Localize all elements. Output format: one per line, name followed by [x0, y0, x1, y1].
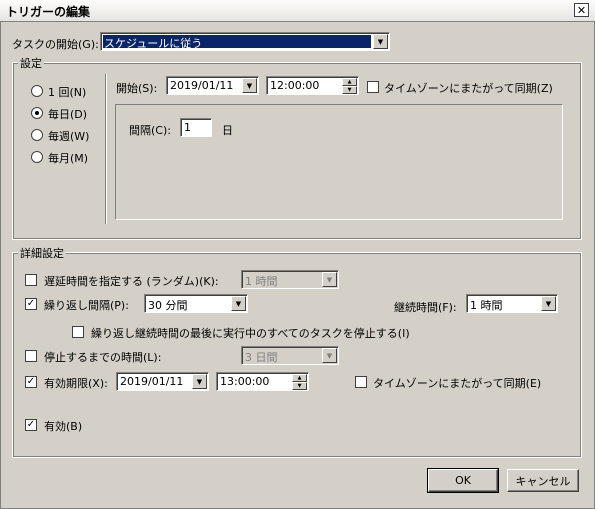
- chevron-down-icon[interactable]: ▼: [322, 272, 337, 287]
- stop-all-checkbox[interactable]: [72, 326, 84, 338]
- expire-date-picker[interactable]: 2019/01/11 ▼: [116, 372, 209, 391]
- stop-after-checkbox[interactable]: [25, 350, 37, 362]
- enabled-label: 有効(B): [44, 420, 83, 433]
- sync-timezone-label: タイムゾーンにまたがって同期(Z): [384, 82, 553, 95]
- enabled-checkbox[interactable]: ✓: [25, 419, 37, 431]
- repeat-label: 繰り返し間隔(P):: [44, 299, 129, 312]
- chevron-down-icon[interactable]: ▼: [322, 348, 337, 363]
- repeat-checkbox[interactable]: ✓: [25, 298, 37, 310]
- task-start-value: スケジュールに従う: [104, 37, 203, 50]
- expire-checkbox[interactable]: ✓: [25, 376, 37, 388]
- interval-input[interactable]: 1: [180, 118, 212, 137]
- spin-up-icon[interactable]: ▲: [292, 374, 307, 382]
- expire-sync-label: タイムゾーンにまたがって同期(E): [373, 377, 542, 390]
- expire-time-value: 13:00:00: [220, 375, 270, 388]
- start-date-value: 2019/01/11: [170, 79, 234, 92]
- check-icon: ✓: [26, 419, 36, 430]
- chevron-down-icon[interactable]: ▼: [373, 34, 388, 49]
- stop-after-select[interactable]: 3 日間 ▼: [241, 346, 339, 365]
- task-start-label: タスクの開始(G):: [12, 38, 99, 51]
- duration-select[interactable]: 1 時間 ▼: [466, 294, 558, 313]
- advanced-legend: 詳細設定: [18, 245, 66, 261]
- close-button[interactable]: ✕: [574, 3, 589, 17]
- interval-unit: 日: [222, 124, 233, 137]
- duration-label: 継続時間(F):: [394, 301, 457, 314]
- delay-value: 1 時間: [245, 275, 278, 288]
- radio-monthly-label: 毎月(M): [48, 152, 89, 165]
- stop-after-label: 停止するまでの時間(L):: [44, 351, 162, 364]
- start-time-spinner[interactable]: ▲ ▼: [342, 78, 357, 94]
- expire-time-input[interactable]: 13:00:00 ▲ ▼: [216, 372, 309, 391]
- settings-legend: 設定: [18, 55, 44, 71]
- radio-once-label: 1 回(N): [48, 86, 87, 99]
- start-time-input[interactable]: 12:00:00 ▲ ▼: [266, 76, 359, 95]
- expire-sync-checkbox[interactable]: [355, 376, 367, 388]
- radio-weekly[interactable]: [31, 129, 43, 141]
- chevron-down-icon[interactable]: ▼: [231, 296, 246, 311]
- chevron-down-icon[interactable]: ▼: [242, 78, 257, 93]
- sync-timezone-checkbox[interactable]: [367, 81, 379, 93]
- spin-down-icon[interactable]: ▼: [342, 86, 357, 94]
- expire-time-spinner[interactable]: ▲ ▼: [292, 374, 307, 390]
- cancel-button-label: キャンセル: [515, 474, 571, 488]
- stop-all-label: 繰り返し継続時間の最後に実行中のすべてのタスクを停止する(I): [91, 327, 410, 340]
- expire-date-value: 2019/01/11: [120, 375, 184, 388]
- check-icon: ✓: [26, 376, 36, 387]
- interval-label: 間隔(C):: [129, 124, 171, 137]
- task-start-select[interactable]: スケジュールに従う ▼: [100, 32, 390, 51]
- chevron-down-icon[interactable]: ▼: [541, 296, 556, 311]
- duration-value: 1 時間: [470, 299, 503, 312]
- chevron-down-icon[interactable]: ▼: [192, 374, 207, 389]
- repeat-select[interactable]: 30 分間 ▼: [144, 294, 248, 313]
- window-title: トリガーの編集: [6, 5, 91, 19]
- cancel-button[interactable]: キャンセル: [507, 469, 579, 492]
- title-bar: トリガーの編集 ✕: [0, 0, 595, 22]
- start-label: 開始(S):: [116, 82, 158, 95]
- repeat-value: 30 分間: [148, 299, 188, 312]
- delay-label: 遅延時間を指定する (ランダム)(K):: [44, 275, 219, 288]
- spin-up-icon[interactable]: ▲: [342, 78, 357, 86]
- delay-checkbox[interactable]: [25, 274, 37, 286]
- expire-label: 有効期限(X):: [44, 377, 108, 390]
- radio-once[interactable]: [31, 85, 43, 97]
- start-time-value: 12:00:00: [270, 79, 320, 92]
- ok-button[interactable]: OK: [427, 468, 499, 493]
- radio-daily-label: 毎日(D): [48, 108, 88, 121]
- ok-button-label: OK: [455, 474, 471, 487]
- stop-after-value: 3 日間: [245, 351, 278, 364]
- interval-value: 1: [184, 121, 191, 134]
- radio-daily[interactable]: [31, 107, 43, 119]
- start-date-picker[interactable]: 2019/01/11 ▼: [166, 76, 259, 95]
- delay-select[interactable]: 1 時間 ▼: [241, 270, 339, 289]
- radio-monthly[interactable]: [31, 151, 43, 163]
- close-icon: ✕: [576, 3, 587, 17]
- settings-divider: [105, 74, 107, 224]
- check-icon: ✓: [26, 298, 36, 309]
- spin-down-icon[interactable]: ▼: [292, 382, 307, 390]
- radio-weekly-label: 毎週(W): [48, 130, 90, 143]
